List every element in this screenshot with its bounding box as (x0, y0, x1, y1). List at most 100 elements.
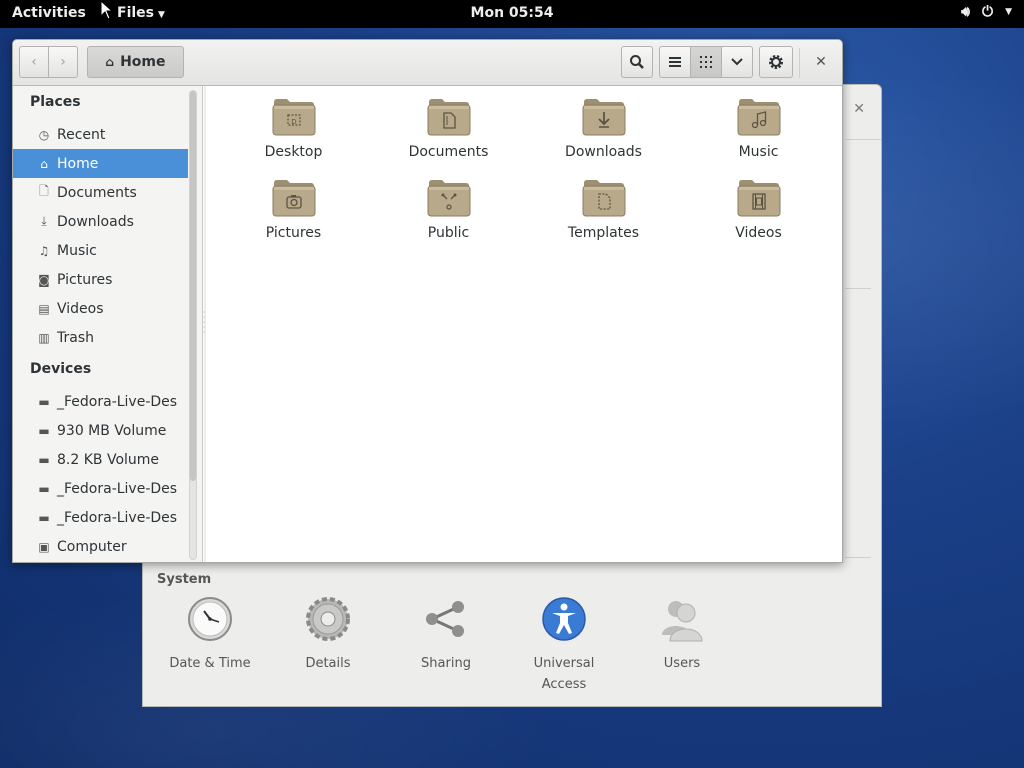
view-options-button[interactable] (721, 46, 753, 78)
sidebar: Places ◷ Recent ⌂ Home 🗋︎ Documents ⤓ Downlo… (13, 86, 203, 562)
grid-view-button[interactable] (690, 46, 722, 78)
sidebar-item-device[interactable]: ▬ 930 MB Volume (13, 416, 188, 445)
grid-icon (700, 56, 712, 68)
action-menu-button[interactable] (759, 46, 793, 78)
settings-item-label: Universal Access (533, 656, 595, 692)
folder-label: Public (427, 225, 470, 241)
file-view[interactable]: D Desktop Documents Downloads Music Pictures P… (206, 86, 842, 562)
gear-icon (769, 55, 783, 69)
settings-item-details[interactable]: Details (269, 595, 387, 695)
sidebar-item-label: Recent (57, 126, 106, 143)
chevron-down-icon (731, 58, 743, 66)
sidebar-item-home[interactable]: ⌂ Home (13, 149, 188, 178)
folder-label: Videos (735, 225, 782, 241)
header-bar: ‹ › ⌂ Home ✕ (13, 40, 842, 86)
list-view-button[interactable] (659, 46, 691, 78)
mouse-cursor-icon (100, 0, 114, 20)
drive-icon: ▬ (38, 510, 50, 525)
sidebar-item-videos[interactable]: ▤ Videos (13, 294, 188, 323)
clock[interactable]: Mon 05:54 (0, 5, 1024, 21)
folder-label: Pictures (265, 225, 322, 241)
divider (845, 139, 881, 140)
settings-item-universal-access[interactable]: Universal Access (505, 595, 623, 695)
sidebar-scrollbar[interactable] (189, 90, 197, 560)
sidebar-item-pictures[interactable]: ◙ Pictures (13, 265, 188, 294)
close-icon[interactable]: ✕ (853, 101, 865, 117)
folder-icon (426, 177, 472, 217)
folder-label: Downloads (565, 144, 642, 160)
settings-item-date-time[interactable]: Date & Time (151, 595, 269, 695)
settings-item-label: Details (305, 656, 351, 671)
divider (845, 288, 871, 289)
search-icon (630, 55, 644, 69)
chevron-right-icon: › (60, 54, 66, 70)
forward-button[interactable]: › (48, 46, 78, 78)
chevron-left-icon: ‹ (31, 54, 37, 70)
sidebar-item-label: Computer (57, 538, 127, 555)
sidebar-section-devices: Devices (30, 361, 92, 377)
music-icon: ♫ (38, 243, 50, 258)
search-button[interactable] (621, 46, 653, 78)
sidebar-item-device[interactable]: ▬ _Fedora-Live-Des (13, 503, 188, 532)
sidebar-item-recent[interactable]: ◷ Recent (13, 120, 188, 149)
drive-icon: ▬ (38, 452, 50, 467)
sidebar-item-downloads[interactable]: ⤓ Downloads (13, 207, 188, 236)
settings-item-sharing[interactable]: Sharing (387, 595, 505, 695)
system-menu[interactable]: 🔊︎ ⏻ ▼ (961, 4, 1012, 20)
system-section-header: System (157, 572, 212, 587)
folder-label: Desktop (264, 144, 323, 160)
folder-label: Templates (567, 225, 640, 241)
folder-icon (736, 177, 782, 217)
sidebar-item-music[interactable]: ♫ Music (13, 236, 188, 265)
sidebar-item-label: _Fedora-Live-Des (57, 480, 178, 497)
camera-icon: ◙ (38, 272, 50, 287)
sidebar-item-label: 8.2 KB Volume (57, 451, 160, 468)
settings-item-users[interactable]: Users (623, 595, 741, 695)
sidebar-item-label: Home (57, 155, 99, 172)
close-icon: ✕ (815, 54, 827, 70)
folder-item-templates[interactable]: Templates (526, 177, 681, 250)
folder-item-music[interactable]: Music (681, 96, 836, 169)
folder-icon (736, 96, 782, 136)
divider (845, 557, 871, 558)
folder-item-documents[interactable]: Documents (371, 96, 526, 169)
svg-text:D: D (291, 118, 296, 126)
folder-item-desktop[interactable]: D Desktop (216, 96, 371, 169)
home-icon: ⌂ (40, 156, 48, 171)
folder-item-videos[interactable]: Videos (681, 177, 836, 250)
accessibility-icon (542, 597, 586, 641)
sidebar-item-label: Videos (57, 300, 104, 317)
sidebar-item-device[interactable]: ▬ _Fedora-Live-Des (13, 387, 188, 416)
home-icon: ⌂ (105, 55, 115, 69)
back-button[interactable]: ‹ (19, 46, 49, 78)
folder-item-downloads[interactable]: Downloads (526, 96, 681, 169)
path-button-home[interactable]: ⌂ Home (87, 46, 184, 78)
path-button-label: Home (120, 54, 166, 70)
sidebar-item-device[interactable]: ▬ _Fedora-Live-Des (13, 474, 188, 503)
gear-icon (306, 597, 350, 641)
folder-grid: D Desktop Documents Downloads Music Pictures P… (216, 96, 836, 250)
folder-icon (581, 177, 627, 217)
sidebar-item-label: _Fedora-Live-Des (57, 393, 178, 410)
sidebar-item-computer[interactable]: ▣ Computer (13, 532, 188, 561)
volume-icon: 🔊︎ (961, 4, 970, 20)
sidebar-item-documents[interactable]: 🗋︎ Documents (13, 178, 188, 207)
folder-label: Documents (408, 144, 489, 160)
scrollbar-thumb[interactable] (190, 91, 196, 481)
download-icon: ⤓ (41, 214, 47, 228)
folder-icon (271, 177, 317, 217)
files-window: ‹ › ⌂ Home ✕ Places ◷ Recent ⌂ Home 🗋︎ Docu… (12, 39, 843, 563)
settings-item-label: Sharing (421, 656, 471, 671)
sidebar-item-trash[interactable]: ▥ Trash (13, 323, 188, 352)
chevron-down-icon: ▼ (1005, 7, 1012, 17)
sidebar-item-device[interactable]: ▬ 8.2 KB Volume (13, 445, 188, 474)
folder-item-pictures[interactable]: Pictures (216, 177, 371, 250)
system-items: Date & Time Details Sharing Universal Ac… (151, 595, 741, 695)
sidebar-item-label: Documents (57, 184, 137, 201)
folder-label: Music (738, 144, 779, 160)
settings-item-label: Date & Time (169, 656, 251, 671)
close-button[interactable]: ✕ (806, 46, 836, 78)
sidebar-item-label: Trash (57, 329, 94, 346)
folder-item-public[interactable]: Public (371, 177, 526, 250)
document-icon: 🗋︎ (39, 184, 49, 198)
